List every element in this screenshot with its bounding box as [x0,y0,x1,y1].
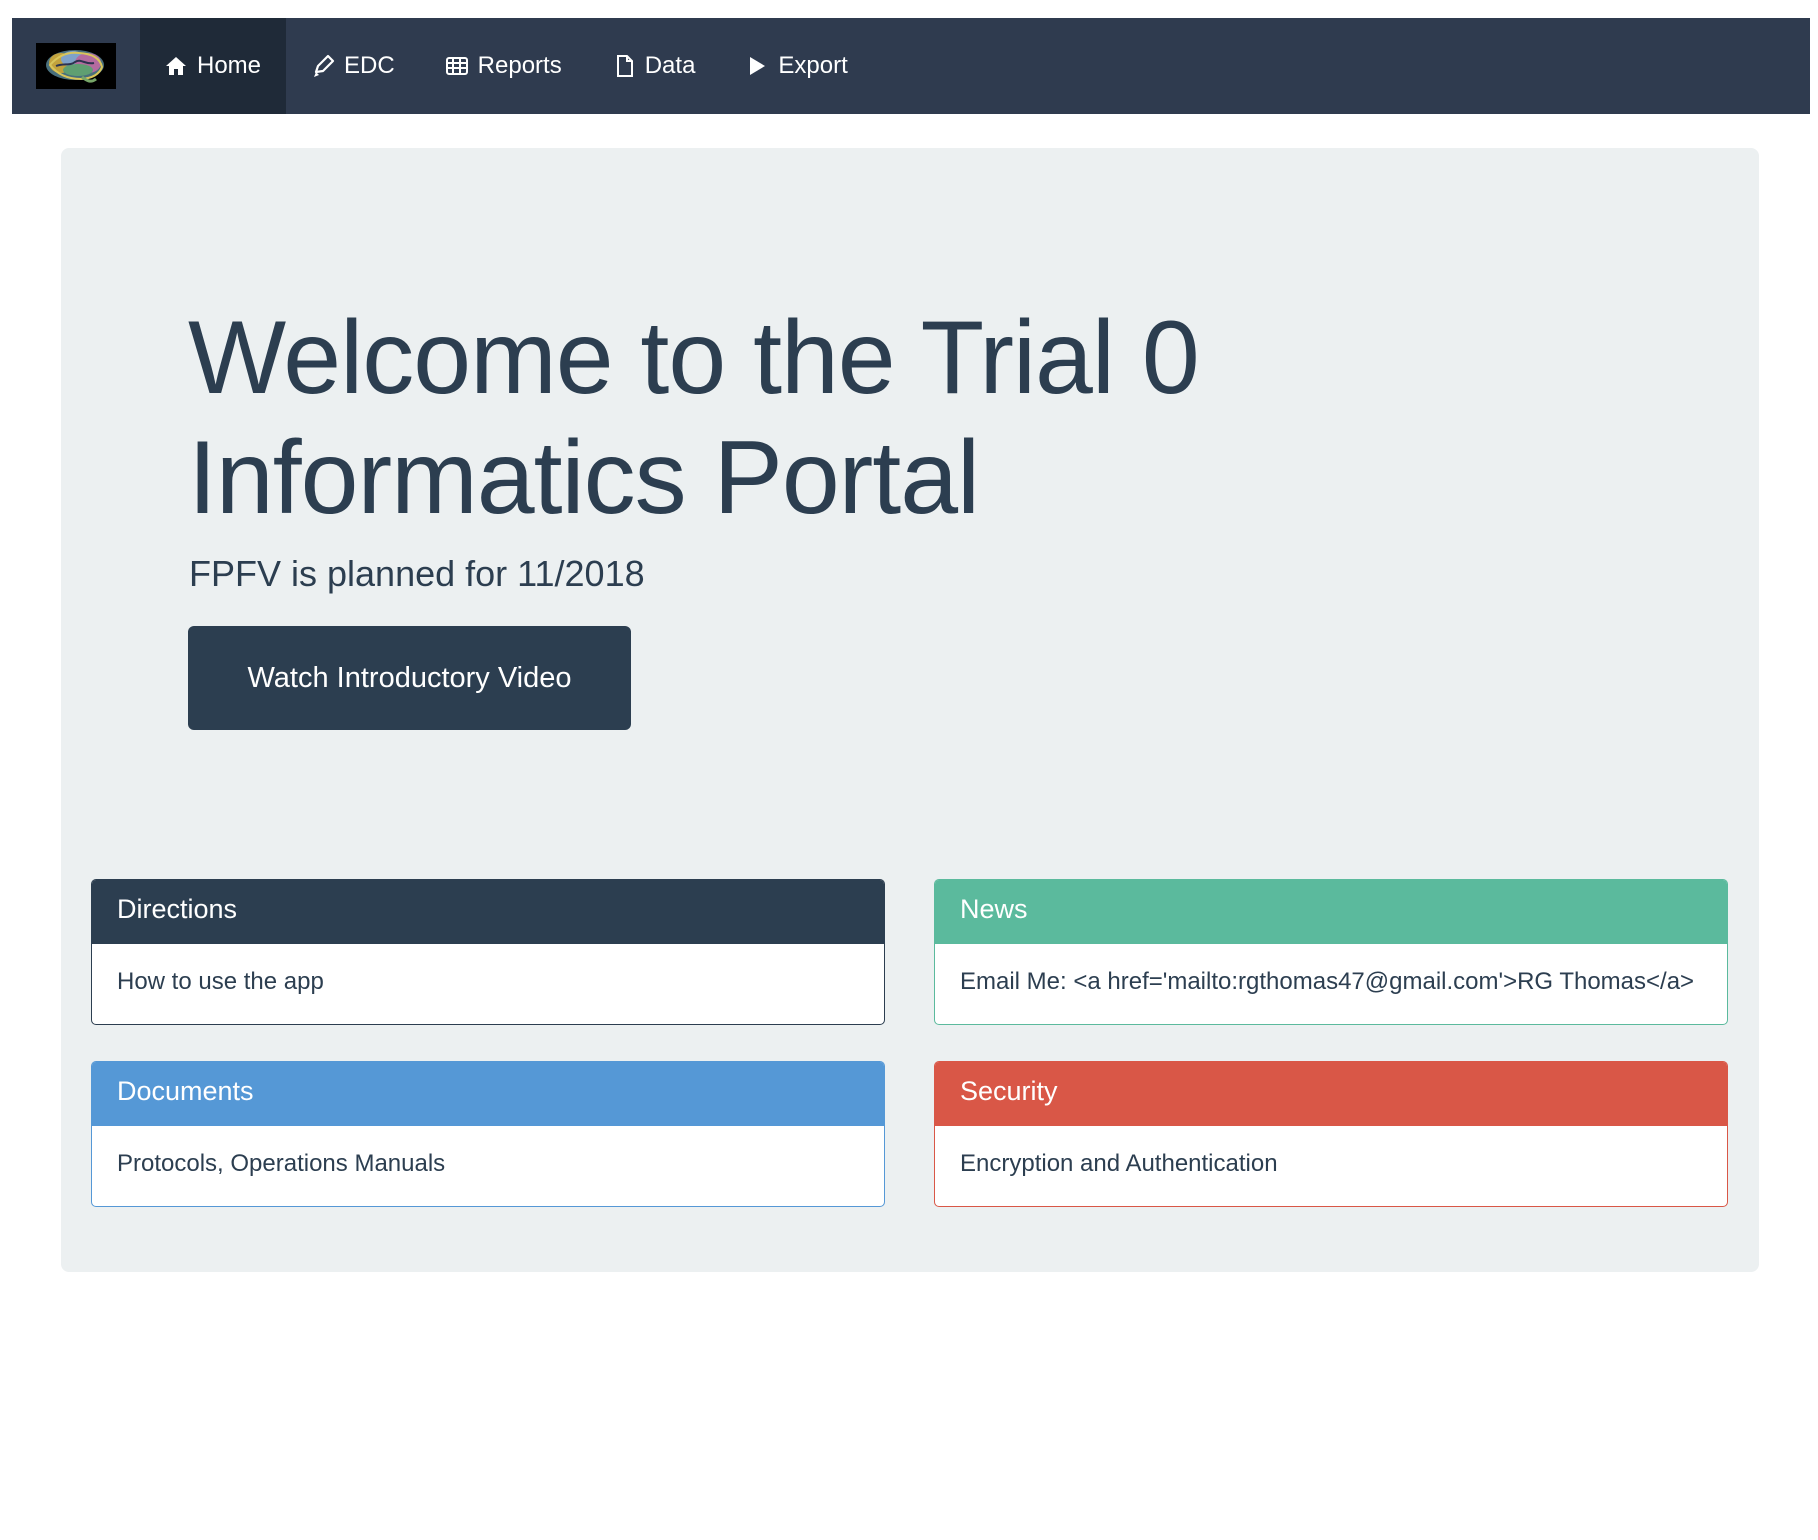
news-heading: News [935,880,1727,944]
nav-export[interactable]: Export [720,18,872,114]
brand-link[interactable] [12,18,140,114]
home-icon [166,57,186,75]
nav-edc[interactable]: EDC [286,18,420,114]
security-heading: Security [935,1062,1727,1126]
documents-body: Protocols, Operations Manuals [117,1150,446,1177]
watch-introductory-video-button[interactable]: Watch Introductory Video [188,626,631,730]
nav-edc-label: EDC [344,52,395,79]
nav-export-label: Export [778,52,848,79]
directions-panel: Directions How to use the app [91,879,885,1025]
directions-heading: Directions [92,880,884,944]
page-subtitle: FPFV is planned for 11/2018 [189,553,645,594]
news-panel: News Email Me: <a href='mailto:rgthomas4… [934,879,1728,1025]
nav-home-label: Home [197,52,262,79]
nav-home[interactable]: Home [140,18,286,114]
nav-reports[interactable]: Reports [420,18,587,114]
page-title: Welcome to the Trial 0 Informatics Porta… [188,300,1200,536]
top-navbar: Home EDC Reports Data Export [12,18,1810,114]
documents-panel: Documents Protocols, Operations Manuals [91,1061,885,1207]
security-panel: Security Encryption and Authentication [934,1061,1728,1207]
security-body: Encryption and Authentication [960,1150,1278,1177]
file-icon [616,55,633,77]
nav-data-label: Data [644,52,696,79]
table-icon [445,57,468,75]
play-icon [750,57,766,75]
documents-heading: Documents [92,1062,884,1126]
pencil-icon [314,54,335,77]
directions-body: How to use the app [117,968,324,995]
brain-logo-icon [36,43,116,89]
news-body: Email Me: <a href='mailto:rgthomas47@gma… [960,968,1695,995]
nav-reports-label: Reports [477,52,562,79]
nav-data[interactable]: Data [587,18,721,114]
